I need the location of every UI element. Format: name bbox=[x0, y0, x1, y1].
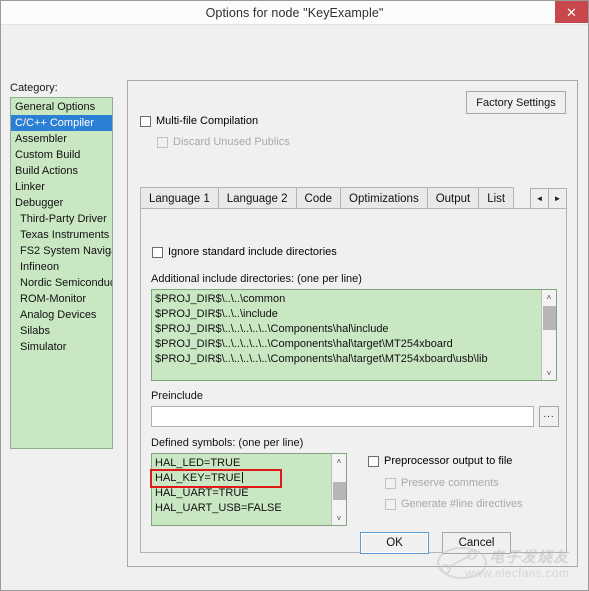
ignore-standard-include-label: Ignore standard include directories bbox=[168, 246, 337, 258]
chevron-left-icon[interactable]: ◄ bbox=[530, 188, 549, 209]
scrollbar-thumb[interactable] bbox=[543, 306, 556, 330]
tab-optimizations[interactable]: Optimizations bbox=[340, 187, 428, 209]
ok-button[interactable]: OK bbox=[360, 532, 429, 554]
tab-scroll-arrows[interactable]: ◄ ► bbox=[530, 188, 567, 209]
preserve-comments-label: Preserve comments bbox=[401, 477, 499, 489]
defined-symbol-text: HAL_LED=TRUE bbox=[155, 457, 241, 469]
category-item-third-party-driver[interactable]: Third-Party Driver bbox=[11, 211, 112, 227]
scroll-down-icon[interactable]: ˅ bbox=[542, 366, 556, 380]
defined-symbols-label: Defined symbols: (one per line) bbox=[151, 437, 304, 449]
include-dir-line[interactable]: $PROJ_DIR$\..\..\..\..\..\Components\hal… bbox=[155, 352, 541, 367]
defined-symbol-line[interactable]: HAL_UART_USB=FALSE bbox=[155, 501, 331, 516]
preprocessor-output-label: Preprocessor output to file bbox=[384, 455, 513, 467]
discard-unused-publics-checkbox bbox=[157, 136, 168, 148]
category-item-build-actions[interactable]: Build Actions bbox=[11, 163, 112, 179]
include-dir-line[interactable]: $PROJ_DIR$\..\..\include bbox=[155, 307, 541, 322]
defined-symbol-line[interactable]: HAL_KEY=TRUE bbox=[155, 471, 331, 486]
preinclude-label: Preinclude bbox=[151, 390, 203, 402]
category-item-linker[interactable]: Linker bbox=[11, 179, 112, 195]
include-dir-line[interactable]: $PROJ_DIR$\..\..\common bbox=[155, 292, 541, 307]
defined-symbol-line[interactable]: HAL_LED=TRUE bbox=[155, 456, 331, 471]
scroll-up-icon[interactable]: ˄ bbox=[542, 290, 556, 304]
category-list[interactable]: General Options C/C++ Compiler Assembler Cu… bbox=[10, 97, 113, 449]
preinclude-input[interactable] bbox=[151, 406, 534, 427]
ignore-standard-include-checkbox[interactable] bbox=[152, 246, 163, 258]
include-scrollbar[interactable]: ˄ ˅ bbox=[541, 290, 556, 380]
discard-unused-publics-label: Discard Unused Publics bbox=[173, 136, 290, 148]
title-bar: Options for node "KeyExample" ✕ bbox=[1, 1, 588, 25]
category-label: Category: bbox=[10, 82, 58, 94]
defined-symbols-scrollbar[interactable]: ˄ ˅ bbox=[331, 454, 346, 525]
tab-list[interactable]: List bbox=[478, 187, 515, 209]
category-item-infineon[interactable]: Infineon bbox=[11, 259, 112, 275]
close-icon[interactable]: ✕ bbox=[555, 1, 588, 23]
category-item-general-options[interactable]: General Options bbox=[11, 99, 112, 115]
tab-bar[interactable]: Language 1 Language 2 Code Optimizations Out… bbox=[140, 186, 567, 209]
category-item-rom-monitor[interactable]: ROM-Monitor bbox=[11, 291, 112, 307]
options-dialog: Options for node "KeyExample" ✕ Category… bbox=[0, 0, 589, 591]
multifile-compilation-checkbox[interactable] bbox=[140, 115, 151, 127]
additional-include-label: Additional include directories: (one per… bbox=[151, 273, 362, 285]
preprocessor-output-row[interactable]: Preprocessor output to file bbox=[368, 455, 512, 467]
text-caret bbox=[241, 472, 243, 483]
scroll-up-icon[interactable]: ˄ bbox=[332, 454, 346, 468]
include-dir-line[interactable]: $PROJ_DIR$\..\..\..\..\..\Components\hal… bbox=[155, 337, 541, 352]
category-item-debugger[interactable]: Debugger bbox=[11, 195, 112, 211]
multifile-compilation-row[interactable]: Multi-file Compilation bbox=[140, 115, 258, 127]
dialog-body: Category: General Options C/C++ Compiler A… bbox=[1, 25, 588, 590]
category-item-nordic-semiconductor[interactable]: Nordic Semiconductor bbox=[11, 275, 112, 291]
category-item-simulator[interactable]: Simulator bbox=[11, 339, 112, 355]
tab-language-2[interactable]: Language 2 bbox=[217, 187, 297, 209]
defined-symbols-listbox[interactable]: HAL_LED=TRUE HAL_KEY=TRUE HAL_UART=TRUE HAL… bbox=[151, 453, 347, 526]
scrollbar-thumb[interactable] bbox=[333, 482, 346, 500]
page-title: Options for node "KeyExample" bbox=[205, 5, 384, 20]
compiler-options-panel: Factory Settings Multi-file Compilation … bbox=[127, 80, 578, 567]
preprocessor-output-checkbox[interactable] bbox=[368, 455, 379, 467]
scroll-down-icon[interactable]: ˅ bbox=[332, 511, 346, 525]
generate-line-directives-checkbox bbox=[385, 498, 396, 510]
category-item-texas-instruments[interactable]: Texas Instruments bbox=[11, 227, 112, 243]
include-directories-listbox[interactable]: $PROJ_DIR$\..\..\common $PROJ_DIR$\..\..\… bbox=[151, 289, 557, 381]
preserve-comments-checkbox bbox=[385, 477, 396, 489]
defined-symbol-line[interactable]: HAL_UART=TRUE bbox=[155, 486, 331, 501]
tab-code[interactable]: Code bbox=[295, 187, 342, 209]
category-item-analog-devices[interactable]: Analog Devices bbox=[11, 307, 112, 323]
defined-symbol-text: HAL_KEY=TRUE bbox=[155, 472, 241, 484]
category-item-c-c-compiler[interactable]: C/C++ Compiler bbox=[11, 115, 112, 131]
tab-language-1[interactable]: Language 1 bbox=[140, 187, 219, 209]
cancel-button[interactable]: Cancel bbox=[442, 532, 511, 554]
ignore-standard-include-row[interactable]: Ignore standard include directories bbox=[152, 246, 337, 258]
generate-line-directives-label: Generate #line directives bbox=[401, 498, 523, 510]
preinclude-browse-button[interactable]: ... bbox=[539, 406, 559, 427]
generate-line-directives-row: Generate #line directives bbox=[385, 498, 523, 510]
category-item-assembler[interactable]: Assembler bbox=[11, 131, 112, 147]
include-dir-line[interactable]: $PROJ_DIR$\..\..\..\..\..\Components\hal… bbox=[155, 322, 541, 337]
multifile-compilation-label: Multi-file Compilation bbox=[156, 115, 259, 127]
discard-unused-publics-row: Discard Unused Publics bbox=[157, 136, 290, 148]
category-item-fs2-system-navigator[interactable]: FS2 System Navigator bbox=[11, 243, 112, 259]
preserve-comments-row: Preserve comments bbox=[385, 477, 499, 489]
defined-symbol-text: HAL_UART_USB=FALSE bbox=[155, 502, 282, 514]
category-item-silabs[interactable]: Silabs bbox=[11, 323, 112, 339]
chevron-right-icon[interactable]: ► bbox=[548, 188, 567, 209]
category-item-custom-build[interactable]: Custom Build bbox=[11, 147, 112, 163]
defined-symbol-text: HAL_UART=TRUE bbox=[155, 487, 249, 499]
factory-settings-button[interactable]: Factory Settings bbox=[466, 91, 566, 114]
tab-output[interactable]: Output bbox=[426, 187, 480, 209]
